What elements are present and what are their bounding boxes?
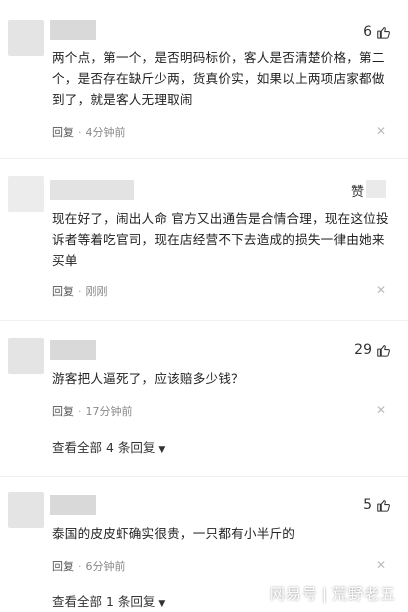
reply-button[interactable]: 回复 xyxy=(52,285,74,298)
avatar[interactable] xyxy=(8,338,44,374)
like-count: 5 xyxy=(363,497,372,513)
thumbs-up-icon xyxy=(377,27,390,39)
comment-text: 现在好了，闹出人命 官方又出通告是合情合理，现在这位投诉者等着吃官司，现在店经营… xyxy=(52,211,389,268)
close-icon[interactable]: ✕ xyxy=(376,124,386,138)
divider xyxy=(0,158,408,159)
divider xyxy=(0,476,408,477)
close-icon[interactable]: ✕ xyxy=(376,283,386,297)
badge-label: 赞 xyxy=(350,185,364,200)
view-all-replies-link[interactable]: 查看全部 4 条回复 ▼ xyxy=(52,437,165,456)
username-blurred[interactable] xyxy=(50,495,96,515)
comment-text: 泰国的皮皮虾确实很贵，一只都有小半斤的 xyxy=(52,526,296,541)
view-all-replies-link[interactable]: 查看全部 1 条回复 ▼ xyxy=(52,591,165,610)
avatar[interactable] xyxy=(8,176,44,212)
watermark: 网易号 | 荒野老五 xyxy=(269,585,396,603)
comment-text: 两个点，第一个，是否明码标价，客人是否清楚价格，第二个，是否存在缺斤少两，货真价… xyxy=(52,50,385,107)
like-button[interactable]: 6 xyxy=(363,24,390,40)
comment-meta: 回复 · 17分钟前 xyxy=(52,405,133,418)
timestamp: 刚刚 xyxy=(85,285,108,298)
comment-meta: 回复 · 4分钟前 xyxy=(52,126,126,139)
avatar[interactable] xyxy=(8,20,44,56)
timestamp: 6分钟前 xyxy=(85,560,126,573)
watermark-platform: 网易号 xyxy=(269,585,318,603)
username-blurred[interactable] xyxy=(50,180,134,200)
reply-button[interactable]: 回复 xyxy=(52,126,74,139)
thumbs-up-icon xyxy=(377,500,390,512)
chevron-down-icon: ▼ xyxy=(158,599,166,609)
divider xyxy=(0,320,408,321)
comment-text: 游客把人逼死了，应该赔多少钱？ xyxy=(52,371,244,386)
reply-button[interactable]: 回复 xyxy=(52,405,74,418)
like-count: 29 xyxy=(354,342,372,358)
chevron-down-icon: ▼ xyxy=(158,445,166,455)
timestamp: 17分钟前 xyxy=(85,405,133,418)
thumbs-up-icon xyxy=(377,345,390,357)
username-blurred[interactable] xyxy=(50,20,96,40)
comment-meta: 回复 · 刚刚 xyxy=(52,285,108,298)
like-count: 6 xyxy=(363,24,372,40)
close-icon[interactable]: ✕ xyxy=(376,403,386,417)
close-icon[interactable]: ✕ xyxy=(376,558,386,572)
username-blurred[interactable] xyxy=(50,340,96,360)
comment-meta: 回复 · 6分钟前 xyxy=(52,560,126,573)
like-button[interactable]: 29 xyxy=(354,342,390,358)
timestamp: 4分钟前 xyxy=(85,126,126,139)
badge-blurred xyxy=(366,180,386,198)
avatar[interactable] xyxy=(8,492,44,528)
watermark-author: 荒野老五 xyxy=(331,585,396,603)
reply-button[interactable]: 回复 xyxy=(52,560,74,573)
like-button[interactable]: 5 xyxy=(363,497,390,513)
